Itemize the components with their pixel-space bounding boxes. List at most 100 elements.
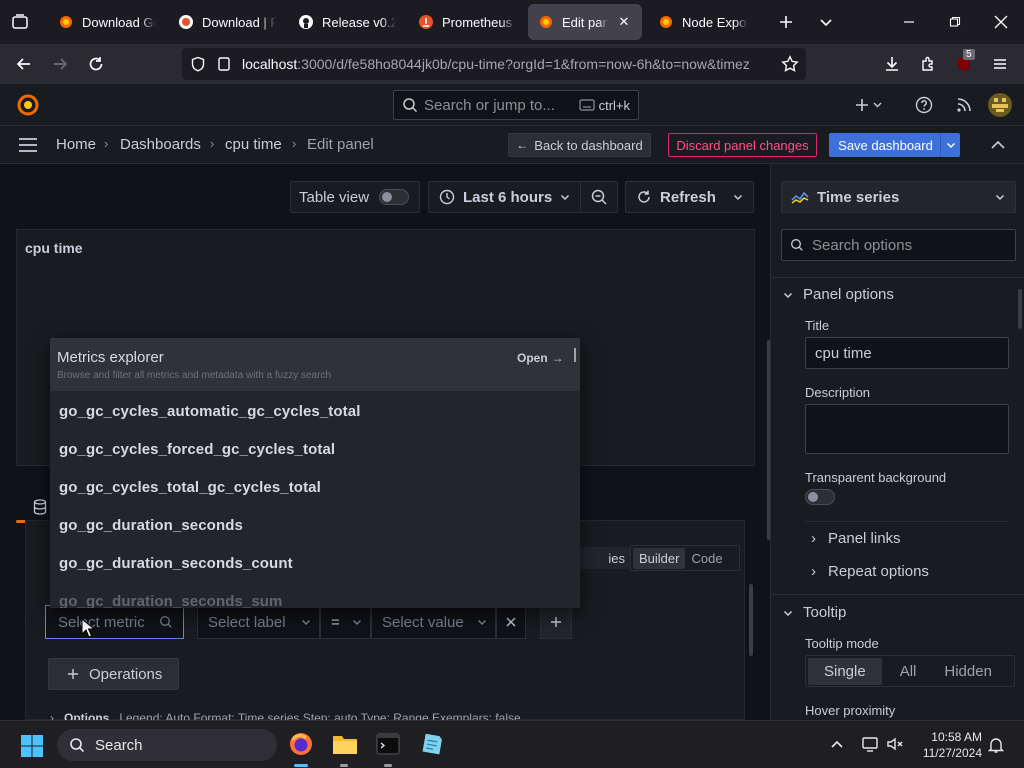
description-textarea[interactable] <box>805 404 1009 454</box>
tab-overview-icon[interactable] <box>4 6 36 38</box>
address-bar[interactable]: localhost:3000/d/fe58ho8044jk0b/cpu-time… <box>182 48 806 80</box>
browser-nav-bar: localhost:3000/d/fe58ho8044jk0b/cpu-time… <box>0 44 1024 84</box>
breadcrumb-dashboard[interactable]: cpu time <box>225 136 282 153</box>
app-menu-icon[interactable] <box>984 48 1016 80</box>
metric-option[interactable]: go_gc_duration_seconds <box>59 517 243 534</box>
windows-start-icon[interactable] <box>20 734 44 758</box>
show-hidden-icons-chevron-icon[interactable] <box>830 738 844 750</box>
transparent-background-toggle[interactable] <box>805 489 835 505</box>
metrics-explorer-subtitle: Browse and filter all metrics and metada… <box>57 370 332 381</box>
ublock-icon[interactable]: 5 <box>948 48 980 80</box>
operations-button[interactable]: Operations <box>48 658 179 690</box>
page-info-icon[interactable] <box>216 56 232 72</box>
value-select[interactable]: Select value <box>371 605 496 639</box>
search-options-input[interactable]: Search options <box>781 229 1016 261</box>
tooltip-mode-hidden[interactable]: Hidden <box>934 658 1002 685</box>
visualization-picker[interactable]: Time series <box>781 181 1016 213</box>
metric-option[interactable]: go_gc_duration_seconds_count <box>59 555 293 572</box>
discard-changes-button[interactable]: Discard panel changes <box>668 133 817 157</box>
builder-mode-button[interactable]: Builder <box>633 547 686 569</box>
toggle-switch[interactable] <box>379 189 410 205</box>
notepad-icon[interactable] <box>420 732 444 756</box>
breadcrumb-dashboards[interactable]: Dashboards <box>120 136 201 153</box>
panel-links-section[interactable]: › Panel links <box>811 530 901 547</box>
refresh-button[interactable]: Refresh <box>625 181 754 213</box>
chevron-right-icon: › <box>811 563 816 580</box>
open-metrics-explorer-button[interactable]: Open → <box>517 351 564 365</box>
title-input[interactable]: cpu time <box>805 337 1009 369</box>
options-pane: Time series Search options Panel options… <box>770 164 1024 720</box>
browser-tab[interactable]: Node Exporte <box>648 4 758 40</box>
close-tab-icon[interactable]: ✕ <box>616 14 632 30</box>
bookmark-star-icon[interactable] <box>774 48 806 80</box>
code-mode-button[interactable]: Code <box>685 548 728 569</box>
list-tabs-chevron-icon[interactable] <box>810 6 842 38</box>
avatar[interactable] <box>988 93 1012 117</box>
add-icon[interactable] <box>855 97 883 113</box>
help-icon[interactable] <box>915 96 933 114</box>
chevron-down-icon[interactable] <box>733 192 743 202</box>
label-select[interactable]: Select label <box>197 605 320 639</box>
restore-icon[interactable] <box>932 0 978 44</box>
forward-arrow-icon[interactable] <box>44 48 76 80</box>
browser-tab[interactable]: Download | Pr <box>168 4 286 40</box>
panel-options-header[interactable]: Panel options <box>783 286 894 303</box>
clock[interactable]: 10:58 AM 11/27/2024 <box>920 729 982 761</box>
downloads-icon[interactable] <box>876 48 908 80</box>
time-range-picker[interactable]: Last 6 hours <box>428 181 581 213</box>
metric-option[interactable]: go_gc_duration_seconds_sum <box>59 593 283 608</box>
minimize-icon[interactable] <box>886 0 932 44</box>
browser-tab[interactable]: Release v0.29. <box>288 4 406 40</box>
search-input[interactable]: Search or jump to... ctrl+k <box>393 90 639 120</box>
news-feed-icon[interactable] <box>955 96 973 114</box>
operator-select[interactable]: = <box>320 605 371 639</box>
divider <box>771 594 1024 595</box>
metric-select-input[interactable]: Select metric <box>45 605 184 639</box>
transparent-background-label: Transparent background <box>805 470 947 485</box>
clock-icon <box>439 189 455 205</box>
save-options-chevron-icon[interactable] <box>940 133 960 157</box>
notification-bell-icon[interactable] <box>988 736 1004 754</box>
plus-icon <box>67 668 79 680</box>
extensions-icon[interactable] <box>912 48 944 80</box>
add-label-button[interactable] <box>540 605 572 639</box>
repeat-options-section[interactable]: › Repeat options <box>811 563 929 580</box>
browser-tab-active[interactable]: Edit panel - ✕ <box>528 4 642 40</box>
network-icon[interactable] <box>861 736 879 752</box>
breadcrumb-home[interactable]: Home <box>56 136 96 153</box>
tracking-shield-icon[interactable] <box>190 56 206 72</box>
remove-label-button[interactable] <box>496 605 526 639</box>
menu-toggle-icon[interactable] <box>18 137 38 153</box>
query-scrollbar[interactable] <box>749 584 753 656</box>
browser-tab[interactable]: Download Gra <box>48 4 166 40</box>
table-view-toggle[interactable]: Table view <box>290 181 420 213</box>
metrics-explorer-header[interactable]: Metrics explorer Browse and filter all m… <box>50 338 580 391</box>
new-tab-icon[interactable] <box>770 6 802 38</box>
chevron-down-icon <box>783 290 793 300</box>
zoom-out-button[interactable] <box>580 181 618 213</box>
reload-icon[interactable] <box>80 48 112 80</box>
file-explorer-icon[interactable] <box>332 733 358 755</box>
metric-option[interactable]: go_gc_cycles_forced_gc_cycles_total <box>59 441 335 458</box>
close-window-icon[interactable] <box>978 0 1024 44</box>
query-mode-partial-button[interactable]: ies <box>571 547 631 569</box>
save-dashboard-button[interactable]: Save dashboard <box>829 133 942 157</box>
tooltip-mode-label: Tooltip mode <box>805 636 879 651</box>
firefox-icon[interactable] <box>288 731 314 757</box>
volume-muted-icon[interactable] <box>886 736 904 752</box>
options-scrollbar[interactable] <box>1018 289 1022 329</box>
back-arrow-icon[interactable] <box>8 48 40 80</box>
back-to-dashboard-button[interactable]: ← Back to dashboard <box>508 133 651 157</box>
taskbar-search[interactable]: Search <box>57 729 277 761</box>
tooltip-header[interactable]: Tooltip <box>783 604 846 621</box>
dropdown-scrollbar[interactable] <box>574 348 576 362</box>
metric-option[interactable]: go_gc_cycles_automatic_gc_cycles_total <box>59 403 360 420</box>
browser-tab[interactable]: Prometheus T <box>408 4 526 40</box>
grafana-logo-icon[interactable] <box>16 93 40 117</box>
terminal-icon[interactable] <box>376 733 400 755</box>
tooltip-mode-single[interactable]: Single <box>808 657 882 685</box>
tooltip-mode-all[interactable]: All <box>882 658 935 685</box>
collapse-chevron-icon[interactable] <box>990 138 1006 152</box>
metric-option[interactable]: go_gc_cycles_total_gc_cycles_total <box>59 479 321 496</box>
breadcrumb-separator-icon: › <box>104 136 109 151</box>
